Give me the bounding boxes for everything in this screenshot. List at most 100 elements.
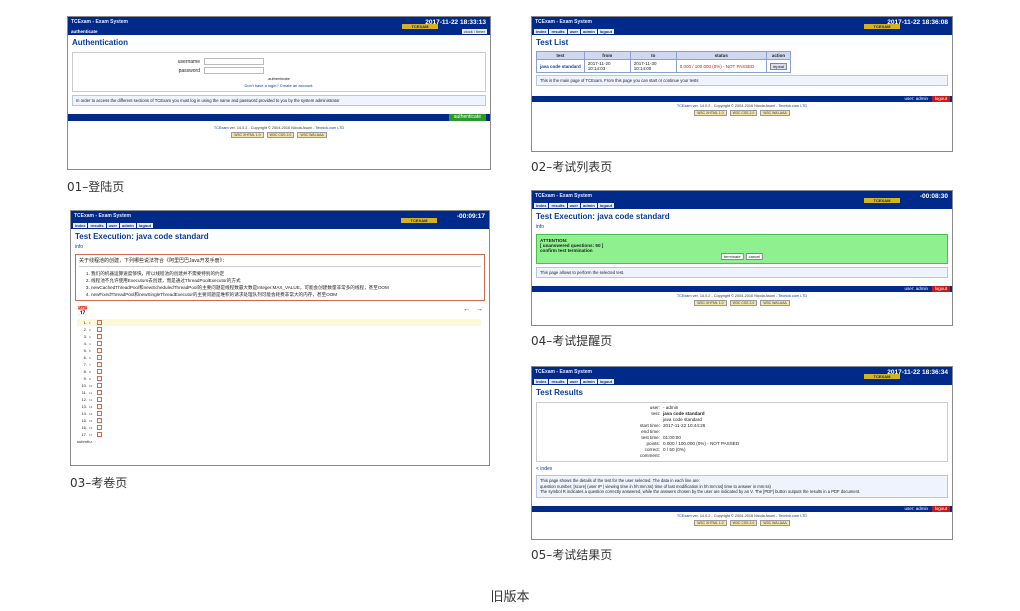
- badge-wai[interactable]: W3C WAI-AAA: [760, 519, 790, 526]
- authenticate-link[interactable]: authenticate: [76, 76, 482, 81]
- question-row[interactable]: 1. 1: [77, 319, 481, 326]
- answer-checkbox[interactable]: [97, 355, 102, 360]
- badge-xhtml[interactable]: W3C XHTML 1.0: [694, 300, 727, 306]
- answer-option[interactable]: 线程池不允许使用Executors去创建，而是通过ThreadPoolExecu…: [91, 277, 481, 284]
- answer-checkbox[interactable]: [97, 425, 102, 430]
- cell-test[interactable]: java code standard: [536, 59, 585, 73]
- question-row[interactable]: 8. 8: [77, 368, 489, 375]
- badge-css[interactable]: W3C CSS 2.0: [729, 300, 758, 306]
- badge-wai[interactable]: W3C WAI-AAA: [297, 132, 327, 138]
- header-bar: TCExam - Exam System TCEXAM 2017-11-22 1…: [68, 17, 490, 35]
- badge-css[interactable]: W3C CSS 2.0: [729, 519, 758, 526]
- username-field[interactable]: [204, 58, 264, 65]
- credit-link[interactable]: Tecnick.com LTD: [315, 126, 344, 130]
- answer-checkbox[interactable]: [97, 418, 102, 423]
- prev-arrow-icon[interactable]: ←: [463, 306, 470, 313]
- credit-link[interactable]: Tecnick.com LTD: [778, 294, 807, 298]
- answer-option[interactable]: newFixedThreadPool和newSingleThreadExecut…: [91, 291, 481, 298]
- answer-option[interactable]: 我们的机器运算速度够快，所以线程池的创建并不需要特别的约定: [91, 270, 481, 277]
- answer-checkbox[interactable]: [97, 411, 102, 416]
- credit: TCExam ver. 14.0.2 - Copyright © 2004-20…: [532, 512, 952, 518]
- credit-link[interactable]: Tecnick.com LTD: [778, 514, 807, 518]
- question-row[interactable]: 9. 9: [77, 375, 489, 382]
- badge-xhtml[interactable]: W3C XHTML 1.0: [694, 519, 727, 526]
- answer-checkbox[interactable]: [97, 369, 102, 374]
- logout-button[interactable]: logout: [931, 286, 950, 292]
- menu-user[interactable]: user: [567, 379, 581, 384]
- index-link[interactable]: < index: [532, 465, 952, 473]
- answer-checkbox[interactable]: [97, 334, 102, 339]
- menu-user[interactable]: user: [106, 223, 120, 228]
- menu-admin[interactable]: admin: [581, 29, 597, 34]
- badge-wai[interactable]: W3C WAI-AAA: [760, 300, 790, 306]
- credit-link[interactable]: Tecnick.com LTD: [778, 104, 807, 108]
- question-row[interactable]: 10. 10: [77, 382, 489, 389]
- question-row[interactable]: 17. 17: [77, 431, 489, 438]
- badge-css[interactable]: W3C CSS 2.0: [729, 110, 758, 116]
- cancel-button[interactable]: cancel: [745, 253, 764, 260]
- question-index: 2: [89, 327, 91, 332]
- answer-checkbox[interactable]: [97, 362, 102, 367]
- menu-index[interactable]: index: [73, 223, 88, 228]
- menu-index[interactable]: index: [534, 379, 549, 384]
- menu-user[interactable]: user: [567, 29, 581, 34]
- answer-checkbox[interactable]: [97, 327, 102, 332]
- logout-button[interactable]: logout: [931, 505, 950, 512]
- badge-wai[interactable]: W3C WAI-AAA: [760, 110, 790, 116]
- question-row[interactable]: 4. 4: [77, 340, 489, 347]
- answer-checkbox[interactable]: [97, 320, 102, 325]
- answer-checkbox[interactable]: [97, 376, 102, 381]
- answer-checkbox[interactable]: [97, 348, 102, 353]
- logout-button[interactable]: logout: [931, 96, 950, 102]
- question-row[interactable]: 15. 15: [77, 417, 489, 424]
- menu-admin[interactable]: admin: [581, 379, 597, 384]
- badge-css[interactable]: W3C CSS 2.0: [266, 132, 295, 138]
- answer-checkbox[interactable]: [97, 390, 102, 395]
- password-field[interactable]: [204, 67, 264, 74]
- terminate-button[interactable]: terminate: [720, 253, 744, 260]
- repeat-button[interactable]: repeat: [769, 62, 788, 70]
- badge-xhtml[interactable]: W3C XHTML 1.0: [231, 132, 264, 138]
- answer-checkbox[interactable]: [97, 383, 102, 388]
- answer-checkbox[interactable]: [97, 432, 102, 437]
- answer-checkbox[interactable]: [97, 397, 102, 402]
- menu-user[interactable]: user: [567, 203, 581, 208]
- menu-logout[interactable]: logout: [136, 223, 154, 228]
- question-row[interactable]: 7. 7: [77, 361, 489, 368]
- question-row[interactable]: 12. 12: [77, 396, 489, 403]
- question-row[interactable]: submit 18: [77, 438, 489, 445]
- question-row[interactable]: 16. 16: [77, 424, 489, 431]
- next-arrow-icon[interactable]: →: [476, 306, 483, 313]
- menu-logout[interactable]: logout: [597, 379, 615, 384]
- answer-checkbox[interactable]: [97, 404, 102, 409]
- badge-xhtml[interactable]: W3C XHTML 1.0: [694, 110, 727, 116]
- authenticate-button[interactable]: authenticate: [448, 114, 486, 121]
- info-link[interactable]: info: [71, 243, 489, 251]
- question-row[interactable]: 6. 6: [77, 354, 489, 361]
- question-row[interactable]: 11. 11: [77, 389, 489, 396]
- menu-results[interactable]: results: [88, 223, 106, 228]
- calendar-icon[interactable]: 📅: [77, 306, 88, 317]
- menu-admin[interactable]: admin: [581, 203, 597, 208]
- question-row[interactable]: 3. 3: [77, 333, 489, 340]
- answer-checkbox[interactable]: [97, 341, 102, 346]
- register-link[interactable]: Don't have a login? Create an account.: [76, 83, 482, 88]
- col-status: status: [675, 51, 767, 60]
- question-row[interactable]: 14. 14: [77, 410, 489, 417]
- question-row[interactable]: 13. 13: [77, 403, 489, 410]
- menu-results[interactable]: results: [549, 379, 567, 384]
- menu-results[interactable]: results: [549, 203, 567, 208]
- question-row[interactable]: 5. 5: [77, 347, 489, 354]
- question-row[interactable]: 2. 2: [77, 326, 489, 333]
- menu-logout[interactable]: logout: [597, 29, 615, 34]
- info-link[interactable]: info: [532, 223, 952, 231]
- menu-results[interactable]: results: [549, 29, 567, 34]
- page-title: Test Execution: java code standard: [536, 212, 670, 221]
- clock-timer-button[interactable]: clock / timer: [461, 29, 487, 34]
- menu-admin[interactable]: admin: [120, 223, 136, 228]
- menu-index[interactable]: index: [534, 29, 549, 34]
- menu-logout[interactable]: logout: [597, 203, 615, 208]
- results-notice: This page shows the details of the test …: [536, 475, 948, 498]
- menu-index[interactable]: index: [534, 203, 549, 208]
- answer-option[interactable]: newCachedThreadPool和newScheduledThreadPo…: [91, 284, 481, 291]
